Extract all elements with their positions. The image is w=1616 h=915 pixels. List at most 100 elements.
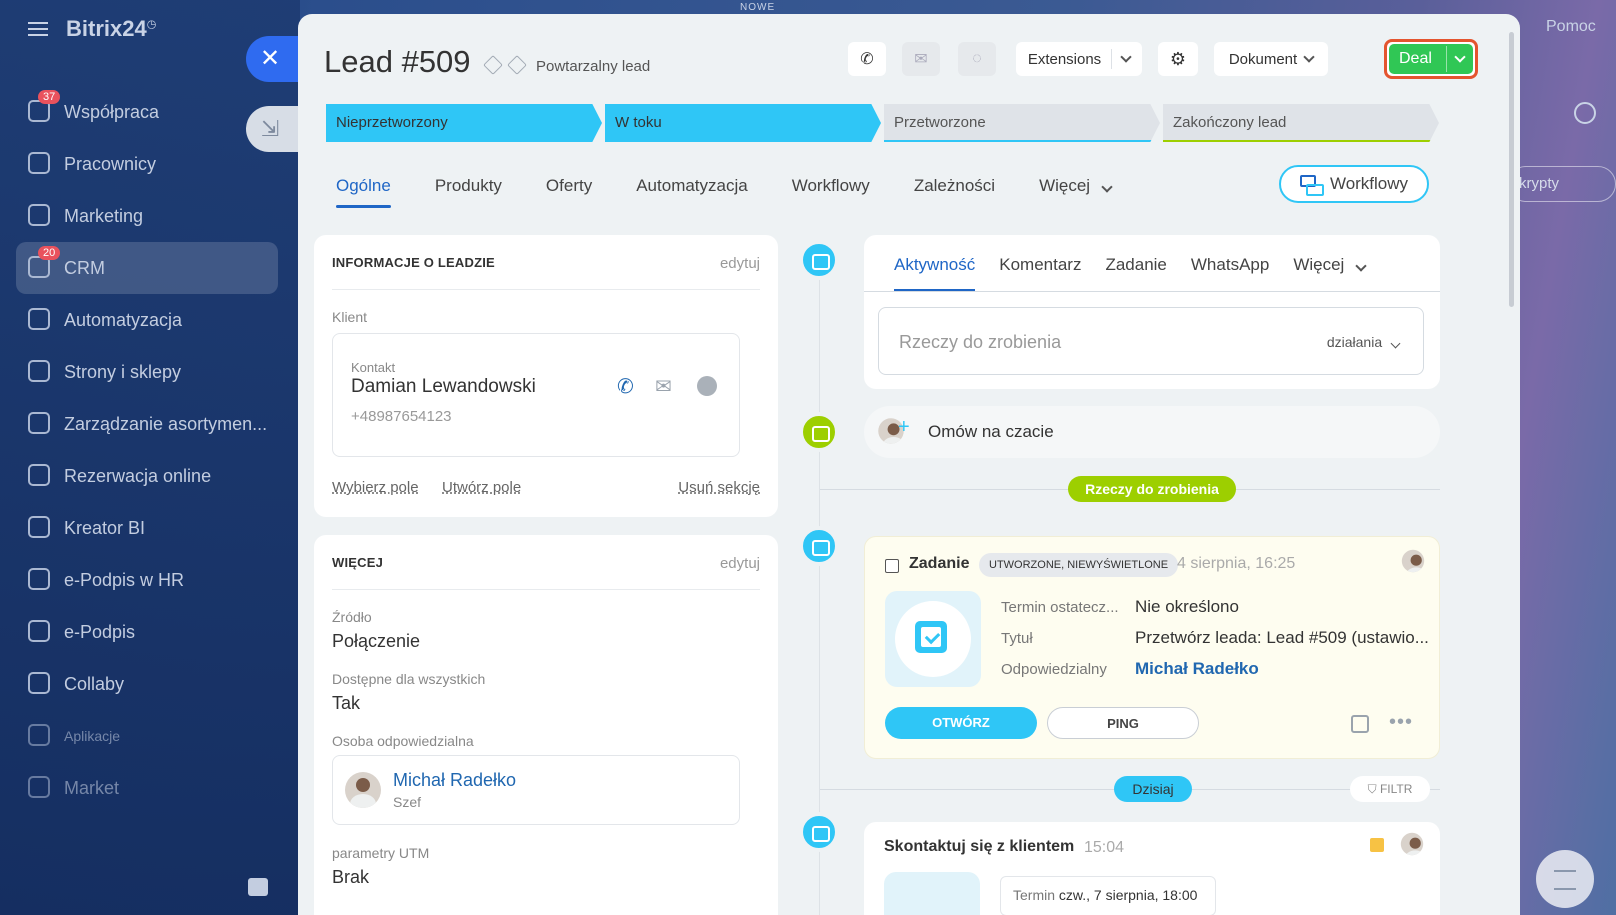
todo-input[interactable]: Rzeczy do zrobienia działania — [878, 307, 1424, 375]
tab-oferty[interactable]: Oferty — [546, 176, 592, 208]
nav-item-automatyzacja[interactable]: Automatyzacja — [16, 294, 278, 346]
open-button[interactable]: OTWÓRZ — [885, 707, 1037, 739]
edit-link[interactable]: edytuj — [720, 255, 760, 272]
nav-item-kreator-bi[interactable]: Kreator BI — [16, 502, 278, 554]
select-field-link[interactable]: Wybierz pole — [332, 479, 419, 496]
tab-zaleznosci[interactable]: Zależności — [914, 176, 995, 208]
nav-item-label: Rezerwacja online — [64, 465, 212, 486]
menu-icon[interactable] — [28, 22, 48, 36]
filter-button[interactable]: ⛉ FILTR — [1350, 776, 1430, 802]
chat-row[interactable]: + Omów na czacie — [864, 406, 1440, 458]
stage-nieprzetworzony[interactable]: Nieprzetworzony — [326, 104, 602, 142]
nav-item-epodpis[interactable]: e-Podpis — [16, 606, 278, 658]
tab-wiecej-label: Więcej — [1039, 176, 1091, 195]
contact-name[interactable]: Damian Lewandowski — [351, 376, 536, 398]
utm-label: parametry UTM — [332, 845, 430, 861]
title-actions — [483, 55, 527, 75]
mail-icon: ✉ — [914, 51, 928, 68]
calendar-icon — [884, 872, 980, 915]
stage-zakonczony[interactable]: Zakończony lead — [1163, 104, 1439, 142]
nav-item-rezerwacja[interactable]: Rezerwacja online — [16, 450, 278, 502]
nav-item-label: Strony i sklepy — [64, 361, 182, 382]
task-checkbox[interactable] — [885, 559, 899, 573]
ping-button[interactable]: PING — [1047, 707, 1199, 739]
chevron-down-icon[interactable] — [1454, 51, 1466, 63]
convert-deal-button[interactable]: Deal — [1384, 39, 1478, 79]
delete-section-link[interactable]: Usuń sekcję — [678, 479, 760, 496]
help-link[interactable]: Pomoc — [1546, 18, 1596, 36]
responsible-name[interactable]: Michał Radełko — [393, 770, 516, 791]
settings-button[interactable]: ⚙ — [1158, 42, 1198, 76]
nav-item-pracownicy[interactable]: Pracownicy — [16, 138, 278, 190]
tab-ogolne[interactable]: Ogólne — [336, 176, 391, 208]
chat-icon[interactable] — [697, 376, 717, 396]
nav-item-strony[interactable]: Strony i sklepy — [16, 346, 278, 398]
nav-item-marketing[interactable]: Marketing — [16, 190, 278, 242]
title-value[interactable]: Przetwórz leada: Lead #509 (ustawio... — [1135, 628, 1429, 648]
brand-name: Bitrix24◷ — [66, 16, 157, 41]
lead-info-card: INFORMACJE O LEADZIE edytuj Klient Konta… — [314, 235, 778, 517]
create-field-link[interactable]: Utwórz pole — [442, 479, 521, 496]
nav-item-collaby[interactable]: Collaby — [16, 658, 278, 710]
cart-icon — [28, 360, 50, 382]
phone-icon[interactable]: ✆ — [617, 374, 634, 399]
workflow-button[interactable]: Workflowy — [1279, 165, 1429, 203]
call-button[interactable]: ✆ — [848, 42, 886, 76]
deadline-label: Termin — [1013, 887, 1056, 903]
scrollbar[interactable] — [1509, 32, 1514, 307]
contact-box: Kontakt Damian Lewandowski +48987654123 … — [332, 333, 740, 457]
nav-item-crm[interactable]: 20 CRM — [16, 242, 278, 294]
responsible-value[interactable]: Michał Radełko — [1135, 659, 1259, 679]
today-badge: Dzisiaj — [1114, 776, 1192, 802]
tab-zadanie[interactable]: Zadanie — [1105, 255, 1166, 291]
close-slider-button[interactable]: ✕ — [246, 36, 300, 82]
tab-komentarz[interactable]: Komentarz — [999, 255, 1081, 291]
tab-aktywnosc[interactable]: Aktywność — [894, 255, 976, 291]
sms-button[interactable]: ◌ — [958, 42, 996, 76]
tab-whatsapp[interactable]: WhatsApp — [1191, 255, 1269, 291]
nav-item-epodpis-hr[interactable]: e-Podpis w HR — [16, 554, 278, 606]
pencil-icon[interactable] — [483, 55, 503, 75]
nav-item-wspolpraca[interactable]: 37 Współpraca — [16, 86, 278, 138]
stage-przetworzone[interactable]: Przetworzone — [884, 104, 1160, 142]
message-icon: ◌ — [972, 50, 982, 67]
tab-produkty[interactable]: Produkty — [435, 176, 502, 208]
contact-phone[interactable]: +48987654123 — [351, 408, 452, 425]
lead-tabs: Ogólne Produkty Oferty Automatyzacja Wor… — [326, 176, 1155, 208]
tab-workflowy[interactable]: Workflowy — [792, 176, 870, 208]
gear-icon: ⚙ — [1169, 48, 1187, 69]
apps-icon — [28, 724, 50, 746]
tab-wiecej[interactable]: Więcej — [1039, 176, 1113, 208]
color-marker[interactable] — [1370, 838, 1384, 852]
minimize-slider-button[interactable]: ⇲ — [246, 106, 300, 152]
chat-widget-button[interactable] — [1536, 850, 1594, 908]
nav-item-market[interactable]: Market — [16, 762, 278, 814]
source-label: Źródło — [332, 609, 372, 625]
available-label: Dostępne dla wszystkich — [332, 671, 486, 687]
extensions-button[interactable]: Extensions — [1016, 42, 1142, 76]
edit-link[interactable]: edytuj — [720, 555, 760, 572]
note-icon[interactable] — [1351, 715, 1369, 733]
printer-icon[interactable] — [248, 878, 268, 896]
tab-wiecej-activity[interactable]: Więcej — [1293, 255, 1367, 291]
deadline-label: Termin ostatecz... — [1001, 599, 1119, 616]
more-icon[interactable]: ••• — [1389, 711, 1413, 734]
brand: Bitrix24◷ — [28, 16, 156, 42]
nav-item-asortyment[interactable]: Zarządzanie asortymen... — [16, 398, 278, 450]
link-icon[interactable] — [507, 55, 527, 75]
chevron-down-icon — [1355, 260, 1367, 272]
stage-w-toku[interactable]: W toku — [605, 104, 881, 142]
contact-task-title: Skontaktuj się z klientem — [884, 838, 1075, 855]
document-button[interactable]: Dokument — [1214, 42, 1328, 76]
gear-icon[interactable] — [1574, 102, 1596, 124]
nav-item-aplikacje[interactable]: Aplikacje — [16, 710, 278, 762]
available-value: Tak — [332, 693, 361, 713]
mail-icon[interactable]: ✉ — [655, 374, 672, 399]
tab-automatyzacja[interactable]: Automatyzacja — [636, 176, 748, 208]
collaby-icon — [28, 672, 50, 694]
email-button[interactable]: ✉ — [902, 42, 940, 76]
actions-dropdown[interactable]: działania — [1327, 334, 1401, 350]
deadline-value[interactable]: Nie określono — [1135, 597, 1239, 617]
stage-bar: Nieprzetworzony W toku Przetworzone Zako… — [326, 104, 1439, 142]
contact-task-deadline[interactable]: Termin czw., 7 sierpnia, 18:00 — [1000, 876, 1216, 915]
